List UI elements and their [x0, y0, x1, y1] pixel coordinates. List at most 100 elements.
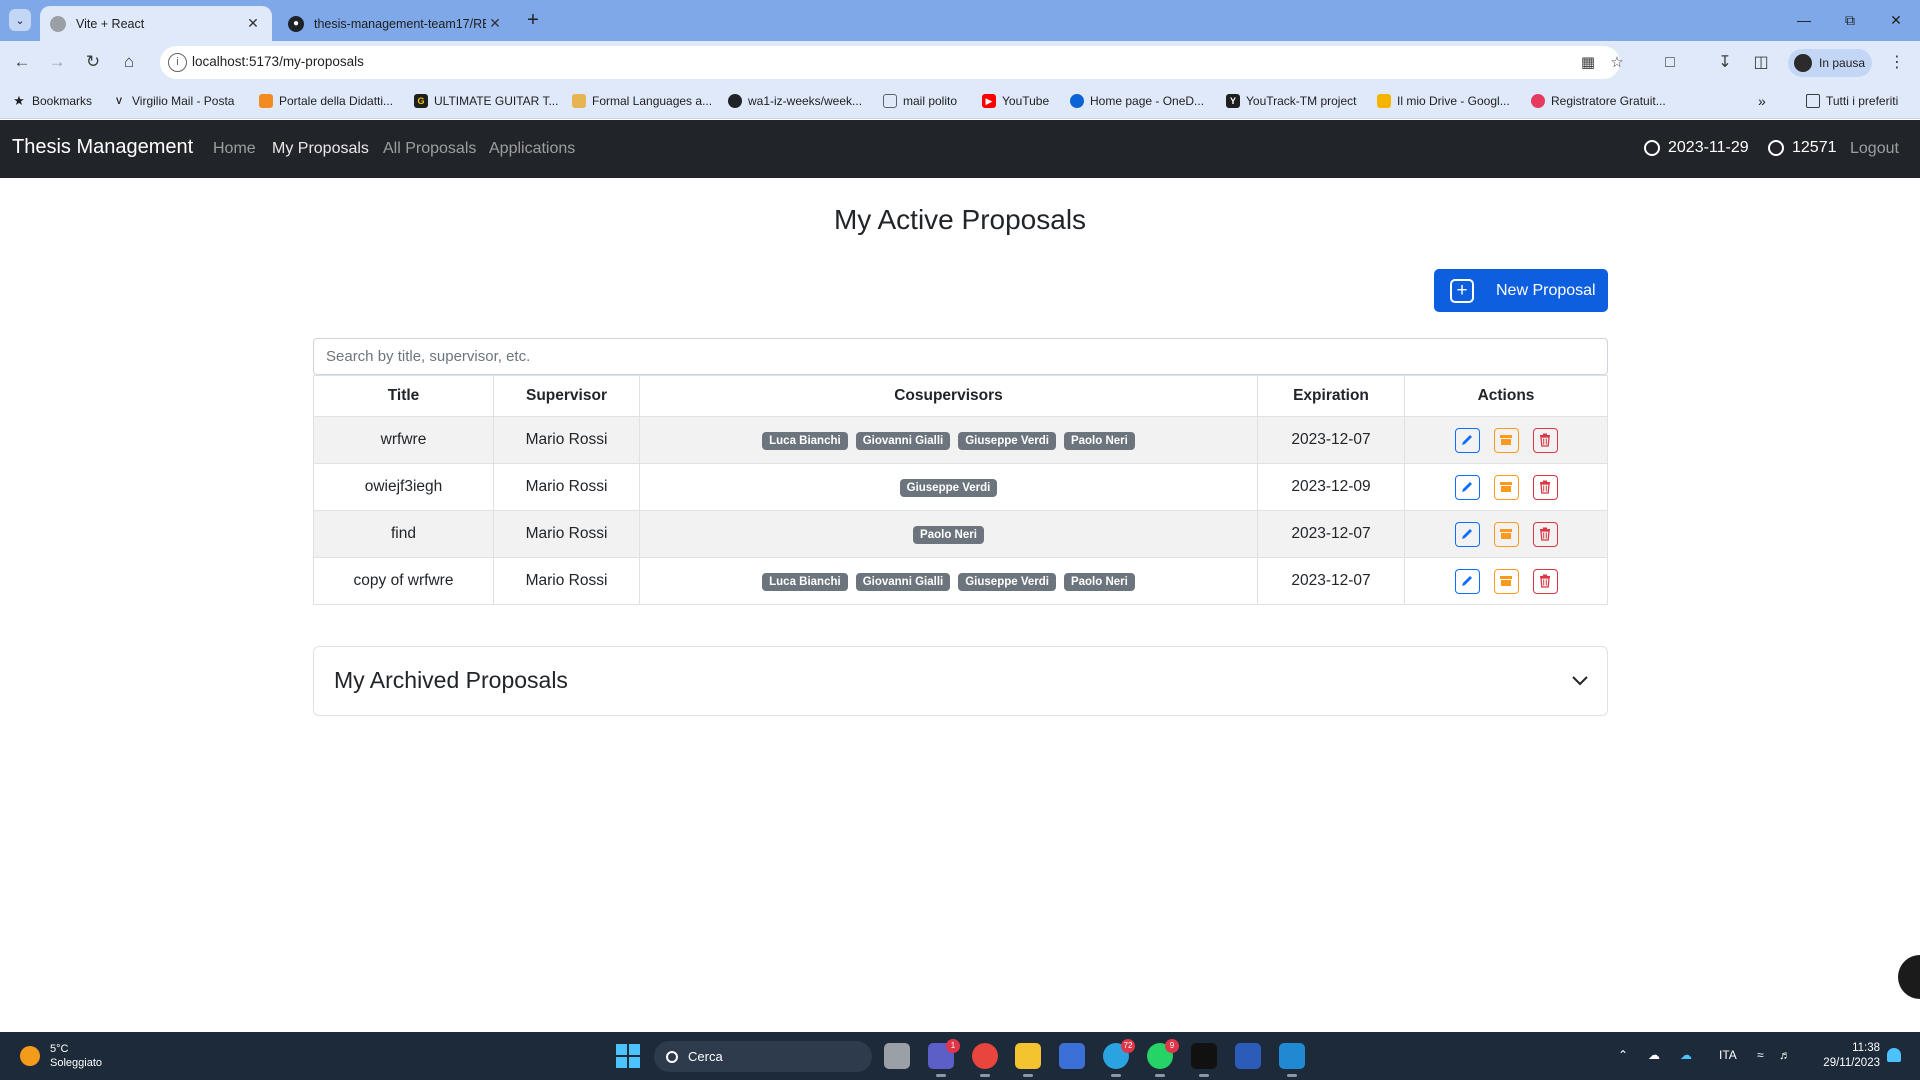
folder-icon: [1806, 94, 1820, 108]
minimize-button[interactable]: —: [1781, 8, 1827, 32]
download-icon[interactable]: ↧: [1713, 51, 1737, 75]
bookmark-item[interactable]: Registratore Gratuit...: [1531, 92, 1666, 110]
archive-button[interactable]: [1493, 521, 1519, 547]
user-icon: [1768, 140, 1784, 156]
bookmark-item[interactable]: Portale della Didatti...: [259, 92, 393, 110]
all-bookmarks-folder[interactable]: Tutti i preferiti: [1806, 92, 1898, 110]
avatar: [1794, 54, 1812, 72]
telegram-icon[interactable]: 72: [1103, 1039, 1135, 1077]
teams-icon[interactable]: 1: [928, 1039, 960, 1077]
chevron-down-icon[interactable]: [1571, 671, 1589, 689]
onedrive-tray-icon[interactable]: ☁: [1680, 1048, 1692, 1062]
chrome-icon[interactable]: [972, 1043, 998, 1077]
nav-link-all-proposals[interactable]: All Proposals: [383, 140, 476, 158]
site-info-icon[interactable]: i: [168, 53, 187, 72]
weather-temp: 5°C: [50, 1043, 69, 1055]
bookmark-item[interactable]: Home page - OneD...: [1070, 92, 1204, 110]
column-header-cosupervisors[interactable]: Cosupervisors: [639, 375, 1258, 417]
edit-button[interactable]: [1454, 568, 1480, 594]
extensions-icon[interactable]: □: [1658, 51, 1682, 75]
restore-button[interactable]: ⧉: [1827, 8, 1873, 32]
wifi-icon[interactable]: ≈: [1757, 1048, 1764, 1062]
nav-link-applications[interactable]: Applications: [489, 140, 575, 158]
archive-button[interactable]: [1493, 427, 1519, 453]
close-icon[interactable]: ✕: [486, 15, 504, 32]
tab-github[interactable]: ● thesis-management-team17/RE ✕: [278, 6, 514, 41]
system-clock[interactable]: 11:38 29/11/2023: [1800, 1041, 1880, 1071]
nav-link-my-proposals[interactable]: My Proposals: [272, 140, 369, 158]
side-panel-icon[interactable]: ◫: [1749, 51, 1773, 75]
close-icon[interactable]: ✕: [244, 15, 262, 32]
file-explorer-taskview-icon[interactable]: [884, 1043, 910, 1069]
brand-link[interactable]: Thesis Management: [12, 136, 193, 159]
volume-icon[interactable]: ♬: [1779, 1048, 1791, 1062]
more-bookmarks-icon[interactable]: »: [1758, 92, 1766, 110]
archived-proposals-accordion[interactable]: My Archived Proposals: [313, 646, 1608, 716]
bookmark-item[interactable]: mail polito: [883, 92, 957, 110]
bookmark-item[interactable]: G ULTIMATE GUITAR T...: [414, 92, 558, 110]
bookmark-item[interactable]: ▶ YouTube: [982, 92, 1049, 110]
menu-icon[interactable]: ⋮: [1885, 51, 1909, 75]
chevron-up-icon[interactable]: ⌃: [1618, 1048, 1628, 1062]
weather-widget[interactable]: 5°C Soleggiato: [20, 1042, 102, 1070]
home-icon[interactable]: ⌂: [116, 49, 142, 75]
taskbar-search[interactable]: Cerca: [654, 1041, 872, 1072]
bookmark-item[interactable]: V Virgilio Mail - Posta: [112, 92, 235, 110]
language-indicator[interactable]: ITA: [1719, 1048, 1737, 1062]
table-row: copy of wrfwre Mario Rossi Luca Bianchi G…: [313, 557, 1608, 605]
delete-button[interactable]: [1532, 521, 1558, 547]
close-window-button[interactable]: ✕: [1873, 8, 1919, 32]
bookmark-item[interactable]: Formal Languages a...: [572, 92, 712, 110]
edit-button[interactable]: [1454, 521, 1480, 547]
new-proposal-button[interactable]: + New Proposal: [1434, 269, 1608, 312]
tab-vite-react[interactable]: Vite + React ✕: [40, 6, 272, 41]
logout-link[interactable]: Logout: [1850, 140, 1899, 158]
edit-button[interactable]: [1454, 427, 1480, 453]
delete-button[interactable]: [1532, 568, 1558, 594]
pencil-icon: [1461, 434, 1472, 445]
windows-start-icon[interactable]: [616, 1044, 640, 1068]
nav-link-home[interactable]: Home: [213, 140, 256, 158]
floating-action-button[interactable]: [1898, 955, 1920, 999]
archive-button[interactable]: [1493, 474, 1519, 500]
search-input[interactable]: [313, 338, 1608, 375]
column-header-expiration[interactable]: Expiration: [1257, 375, 1405, 417]
reload-icon[interactable]: ↻: [80, 49, 106, 75]
cosupervisors-cell: Giuseppe Verdi: [639, 463, 1258, 511]
column-header-title[interactable]: Title: [313, 375, 494, 417]
notification-bell-icon[interactable]: [1887, 1048, 1901, 1062]
new-tab-button[interactable]: +: [521, 9, 545, 33]
bookmark-item[interactable]: Y YouTrack-TM project: [1226, 92, 1356, 110]
vscode-icon[interactable]: [1279, 1043, 1305, 1077]
copilot-icon[interactable]: [1059, 1043, 1085, 1069]
proposal-expiration: 2023-12-07: [1257, 557, 1405, 605]
virtual-clock[interactable]: 2023-11-29: [1644, 139, 1749, 157]
search-icon: [666, 1050, 678, 1063]
whatsapp-icon[interactable]: 9: [1147, 1039, 1179, 1077]
edit-button[interactable]: [1454, 474, 1480, 500]
tab-search-button[interactable]: ⌄: [9, 9, 31, 31]
bookmark-item[interactable]: wa1-iz-weeks/week...: [728, 92, 862, 110]
bookmark-item[interactable]: Il mio Drive - Googl...: [1377, 92, 1510, 110]
archive-icon: [1499, 575, 1512, 586]
address-bar[interactable]: i localhost:5173/my-proposals ▦ ☆: [160, 46, 1624, 79]
archive-button[interactable]: [1493, 568, 1519, 594]
column-header-supervisor[interactable]: Supervisor: [493, 375, 640, 417]
delete-button[interactable]: [1532, 427, 1558, 453]
profile-button[interactable]: In pausa: [1788, 49, 1872, 77]
translate-icon[interactable]: ▦: [1578, 53, 1598, 73]
cloud-off-icon[interactable]: ☁: [1648, 1048, 1660, 1062]
bookmark-item[interactable]: ★ Bookmarks: [12, 92, 92, 110]
bookmark-star-icon[interactable]: ☆: [1607, 53, 1627, 73]
url-text[interactable]: localhost:5173/my-proposals: [192, 54, 364, 69]
forward-icon[interactable]: →: [44, 49, 70, 75]
back-icon[interactable]: ←: [9, 49, 35, 75]
profile-status: In pausa: [1819, 56, 1866, 70]
dots-app-icon[interactable]: [1191, 1043, 1217, 1077]
delete-button[interactable]: [1532, 474, 1558, 500]
folder-icon[interactable]: [1015, 1043, 1041, 1077]
portal-icon: [259, 94, 273, 108]
word-icon[interactable]: [1235, 1043, 1261, 1069]
telegram-badge: 72: [1121, 1039, 1135, 1053]
clock-icon: [1644, 140, 1660, 156]
